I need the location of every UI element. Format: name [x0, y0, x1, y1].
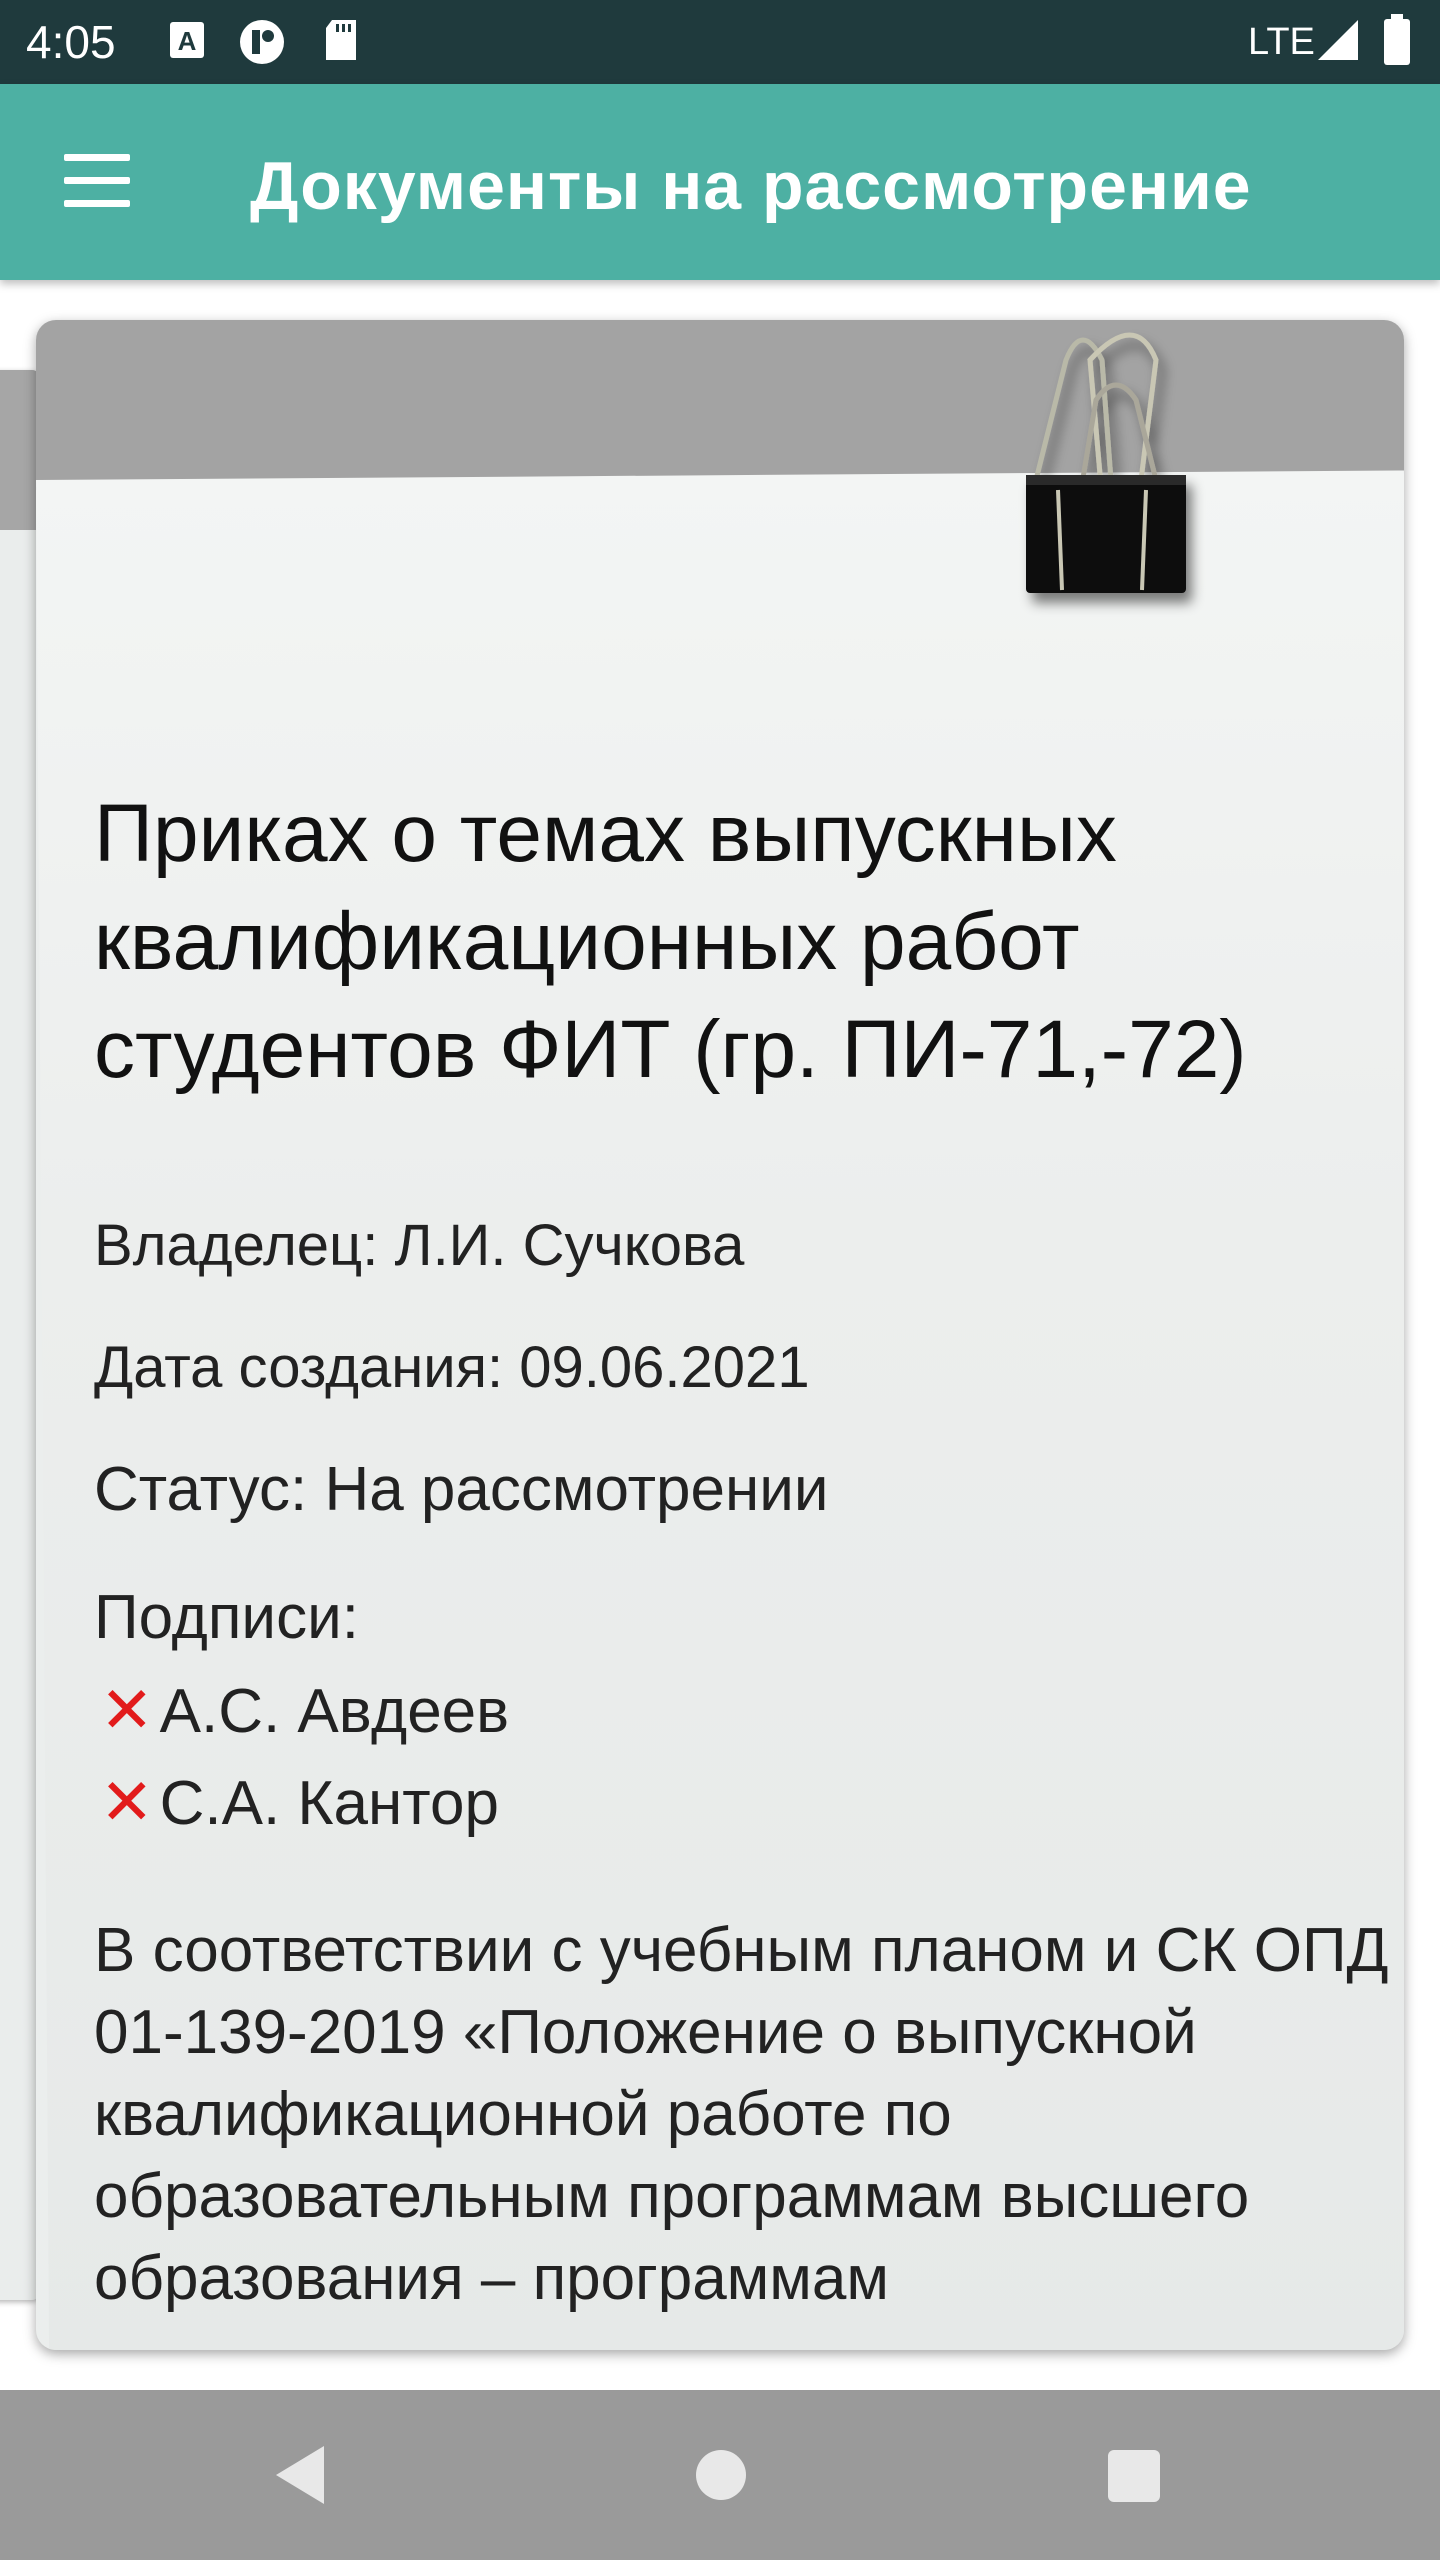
- status-bar: 4:05 A LTE: [0, 0, 1440, 84]
- signature-item: ✕А.С. Авдеев: [100, 1672, 509, 1750]
- system-nav-bar: [0, 2390, 1440, 2560]
- recents-icon[interactable]: [1108, 2450, 1160, 2502]
- network-label: LTE: [1248, 21, 1315, 63]
- signature-item: ✕С.А. Кантор: [100, 1764, 499, 1842]
- document-list[interactable]: Приках о темах выпускных квалификационны…: [0, 280, 1440, 2390]
- unsigned-x-icon: ✕: [100, 1674, 154, 1746]
- document-status: Статус: На рассмотрении: [94, 1455, 829, 1524]
- document-owner: Владелец: Л.И. Сучкова: [94, 1213, 745, 1278]
- sd-card-icon: [326, 20, 356, 60]
- document-body: В соответствии с учебным планом и СК ОПД…: [94, 1916, 1389, 2313]
- signer-name: А.С. Авдеев: [159, 1677, 510, 1746]
- status-time: 4:05: [26, 16, 116, 68]
- app-bar: Документы на рассмотрение: [0, 84, 1440, 280]
- document-card[interactable]: Приках о темах выпускных квалификационны…: [36, 320, 1404, 2350]
- home-icon[interactable]: [696, 2450, 746, 2500]
- binder-clip-icon: [1026, 332, 1186, 593]
- hamburger-menu-icon[interactable]: [54, 144, 140, 220]
- back-icon[interactable]: [272, 2442, 328, 2508]
- signal-icon: [1318, 20, 1358, 60]
- unsigned-x-icon: ✕: [100, 1766, 154, 1838]
- svg-text:A: A: [178, 26, 197, 56]
- document-title: Приках о темах выпускных квалификационны…: [94, 788, 1247, 1095]
- previous-document-card[interactable]: [0, 370, 40, 2300]
- battery-icon: [1384, 14, 1410, 65]
- circle-app-icon: [240, 20, 284, 64]
- signer-name: С.А. Кантор: [159, 1769, 499, 1838]
- text-a-icon: A: [170, 22, 204, 58]
- signatures-label: Подписи:: [94, 1583, 359, 1652]
- page-title: Документы на рассмотрение: [250, 148, 1252, 224]
- document-created-date: Дата создания: 09.06.2021: [94, 1335, 810, 1400]
